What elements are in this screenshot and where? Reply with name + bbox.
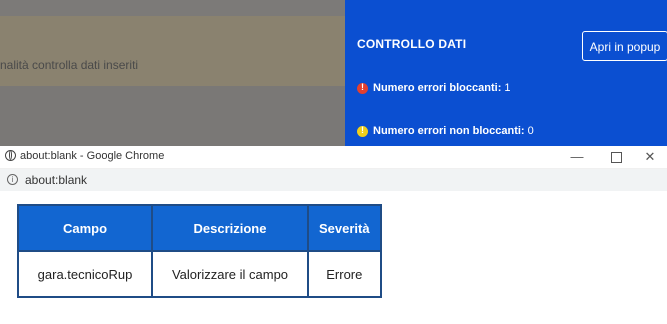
info-icon[interactable]: i: [7, 174, 18, 185]
nonblocking-errors-row: Numero errori non bloccanti: 0: [357, 125, 534, 137]
address-bar[interactable]: i about:blank: [0, 169, 667, 191]
nonblocking-errors-label: Numero errori non bloccanti:: [373, 125, 525, 137]
close-button[interactable]: ✕: [630, 146, 667, 168]
globe-icon: [5, 150, 16, 161]
open-popup-button[interactable]: Apri in popup: [582, 31, 667, 61]
background-lower-area: [0, 86, 345, 148]
background-band: nalità controlla dati inseriti: [0, 16, 345, 86]
blocking-errors-row: Numero errori bloccanti: 1: [357, 82, 510, 94]
cell-severita: Errore: [307, 250, 382, 298]
header-severita: Severità: [307, 204, 382, 252]
warning-icon: [357, 125, 368, 137]
table-row: gara.tecnicoRup Valorizzare il campo Err…: [17, 250, 382, 298]
blocking-errors-count: 1: [504, 82, 511, 94]
nonblocking-errors-count: 0: [527, 125, 534, 137]
header-descrizione: Descrizione: [151, 204, 309, 252]
cell-campo: gara.tecnicoRup: [17, 250, 153, 298]
cell-descrizione: Valorizzare il campo: [151, 250, 309, 298]
address-text[interactable]: about:blank: [25, 173, 87, 187]
error-icon: [357, 82, 368, 94]
chrome-popup-window: about:blank - Google Chrome — ✕ i about:…: [0, 146, 667, 324]
maximize-icon: [610, 152, 622, 164]
blocking-errors-label: Numero errori bloccanti:: [373, 82, 502, 94]
window-title: about:blank - Google Chrome: [20, 150, 165, 162]
header-campo: Campo: [17, 204, 153, 252]
controllo-dati-panel: CONTROLLO DATI Apri in popup Numero erro…: [345, 0, 667, 148]
window-titlebar[interactable]: about:blank - Google Chrome — ✕: [0, 146, 667, 169]
panel-title: CONTROLLO DATI: [357, 37, 467, 51]
errors-table: Campo Descrizione Severità gara.tecnicoR…: [17, 204, 382, 298]
table-header-row: Campo Descrizione Severità: [17, 204, 382, 252]
minimize-button[interactable]: —: [557, 146, 597, 168]
background-band-text: nalità controlla dati inseriti: [0, 58, 139, 72]
